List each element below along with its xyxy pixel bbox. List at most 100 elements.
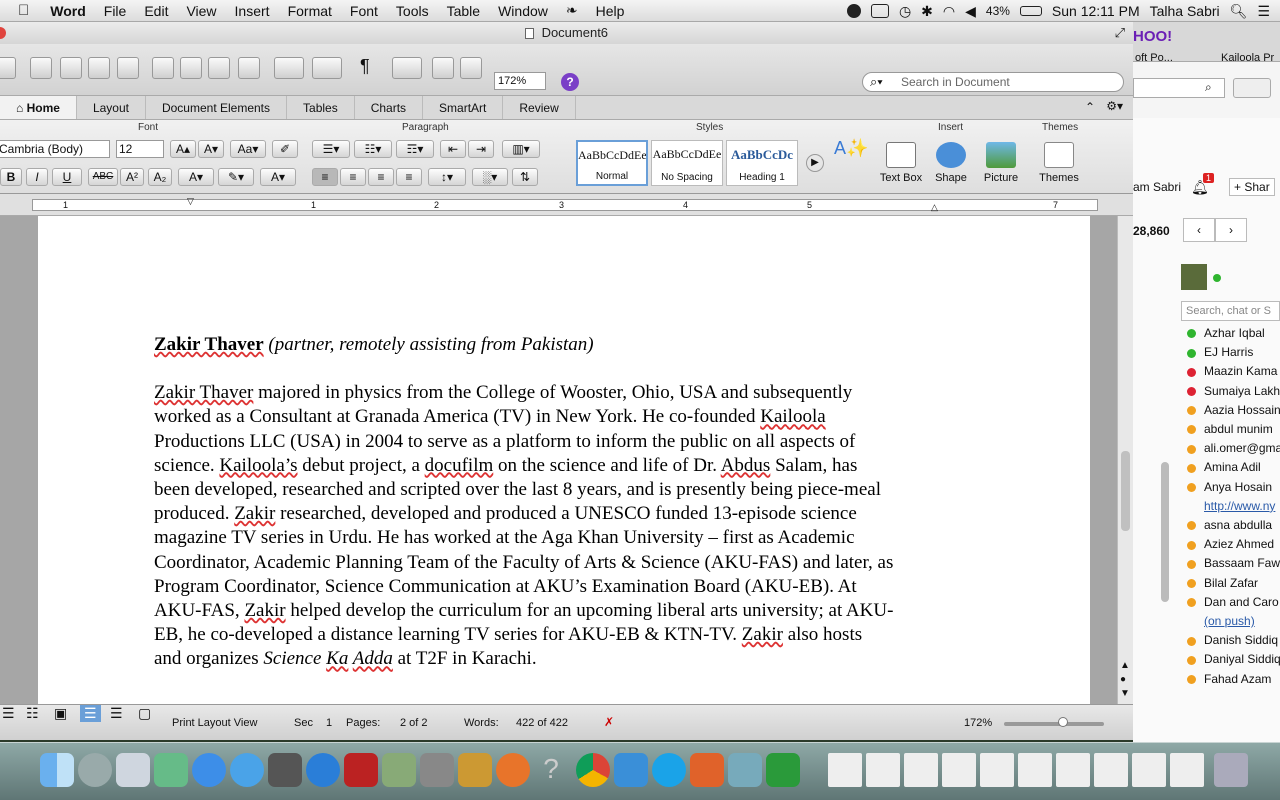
format-painter-icon[interactable] [238, 57, 260, 79]
style-heading-1[interactable]: AaBbCcDc Heading 1 [726, 140, 798, 186]
style-normal[interactable]: AaBbCcDdEe Normal [576, 140, 648, 186]
wifi-icon[interactable]: ◠ [943, 3, 955, 20]
chat-contact[interactable]: asna abdulla [1133, 518, 1272, 532]
profile-name[interactable]: am Sabri [1133, 180, 1181, 194]
tab-charts[interactable]: Charts [355, 96, 424, 119]
next-page-icon[interactable]: ▼ [1120, 688, 1130, 699]
print-layout-view-icon[interactable]: ☰ [80, 705, 101, 722]
menu-word[interactable]: Word [41, 3, 95, 19]
align-right-button[interactable]: ≡ [368, 168, 394, 186]
minimized-window-6[interactable] [1018, 753, 1052, 787]
prev-page-icon[interactable]: ▲ [1120, 660, 1130, 671]
menu-view[interactable]: View [177, 3, 225, 19]
grow-font-button[interactable]: A▴ [170, 140, 196, 158]
next-button[interactable]: › [1215, 218, 1247, 242]
minimized-window-5[interactable] [980, 753, 1014, 787]
borders-button[interactable]: ░▾ [472, 168, 508, 186]
menu-extra-icon[interactable] [846, 4, 861, 18]
style-no-spacing[interactable]: AaBbCcDdEe No Spacing [651, 140, 723, 186]
excel-icon[interactable] [766, 753, 800, 787]
ribbon-settings-icon[interactable]: ⚙▾ [1106, 99, 1123, 113]
bluetooth-icon[interactable]: ✱ [921, 3, 933, 20]
browser-tab-1[interactable]: oft Po... [1135, 52, 1173, 64]
browse-object-icon[interactable]: ● [1120, 674, 1126, 685]
itunes-icon[interactable] [306, 753, 340, 787]
chrome-icon[interactable] [576, 753, 610, 787]
increase-indent-button[interactable]: ⇥ [468, 140, 494, 158]
trash-icon[interactable] [1214, 753, 1248, 787]
right-indent-marker[interactable]: △ [931, 202, 938, 213]
chat-contact[interactable]: Aziez Ahmed [1133, 537, 1274, 551]
script-menu-icon[interactable]: ❧ [557, 2, 587, 19]
app-store-icon[interactable] [192, 753, 226, 787]
decrease-indent-button[interactable]: ⇤ [440, 140, 466, 158]
clear-formatting-button[interactable]: ✐ [272, 140, 298, 158]
user-name[interactable]: Talha Sabri [1150, 3, 1220, 19]
tab-smartart[interactable]: SmartArt [423, 96, 504, 119]
draft-view-icon[interactable]: ☰ [2, 705, 15, 722]
focus-view-icon[interactable]: ▢ [138, 705, 151, 722]
chat-contact[interactable]: Daniyal Siddiq [1133, 652, 1280, 666]
superscript-button[interactable]: A² [120, 168, 144, 186]
themes-button[interactable]: Themes [1034, 140, 1084, 188]
browser-search-icon[interactable]: ⌕ [1205, 80, 1212, 95]
browser-tab-2[interactable]: Kailoola Pr [1221, 52, 1274, 64]
tab-document-elements[interactable]: Document Elements [146, 96, 288, 119]
menu-insert[interactable]: Insert [226, 3, 279, 19]
styles-more-icon[interactable]: ▶ [806, 154, 824, 172]
launchpad-icon[interactable] [78, 753, 112, 787]
italic-button[interactable]: I [26, 168, 48, 186]
chat-contact[interactable]: Sumaiya Lakh [1133, 384, 1280, 398]
chat-contact[interactable]: ali.omer@gma [1133, 441, 1280, 455]
insert-picture-button[interactable]: Picture [976, 140, 1026, 188]
battery-percent[interactable]: 43% [986, 4, 1010, 18]
notification-center-icon[interactable]: ☰ [1257, 3, 1270, 20]
chat-search-input[interactable]: Search, chat or S [1181, 301, 1280, 321]
sort-button[interactable]: ⇅ [512, 168, 538, 186]
airplay-icon[interactable] [870, 4, 889, 18]
clock[interactable]: Sun 12:11 PM [1052, 3, 1140, 19]
chat-contact[interactable]: Dan and Caro [1133, 595, 1279, 609]
print-icon[interactable] [117, 57, 139, 79]
copy-icon[interactable] [180, 57, 202, 79]
chat-avatar[interactable] [1181, 264, 1207, 290]
search-input[interactable]: Search in Document [862, 72, 1124, 92]
paste-icon[interactable] [208, 57, 230, 79]
menu-edit[interactable]: Edit [135, 3, 177, 19]
text-effects-button[interactable]: A▾ [260, 168, 296, 186]
tab-layout[interactable]: Layout [77, 96, 146, 119]
vertical-scrollbar[interactable]: ▲ ● ▼ [1117, 216, 1133, 704]
minimized-window-10[interactable] [1170, 753, 1204, 787]
volume-icon[interactable]: ◀ [965, 3, 976, 20]
spelling-status-icon[interactable]: ✗ [604, 715, 614, 729]
mail-icon[interactable] [116, 753, 150, 787]
notebook-view-icon[interactable]: ☰ [110, 705, 123, 722]
font-size-select[interactable]: 12 [116, 140, 164, 158]
tab-review[interactable]: Review [503, 96, 576, 119]
publishing-view-icon[interactable]: ▣ [54, 705, 67, 722]
menu-format[interactable]: Format [279, 3, 341, 19]
align-center-button[interactable]: ≡ [340, 168, 366, 186]
zoom-slider-knob[interactable] [1058, 717, 1068, 727]
safari-icon[interactable] [230, 753, 264, 787]
extension-button[interactable] [1233, 78, 1271, 98]
align-left-button[interactable]: ≡ [312, 168, 338, 186]
close-button[interactable] [0, 27, 6, 39]
skype-icon[interactable] [652, 753, 686, 787]
system-preferences-icon[interactable] [420, 753, 454, 787]
menu-help[interactable]: Help [587, 3, 634, 19]
tab-home[interactable]: ⌂ Home [0, 96, 77, 119]
garageband-icon[interactable] [458, 753, 492, 787]
menu-table[interactable]: Table [438, 3, 489, 19]
image-capture-icon[interactable] [154, 753, 188, 787]
scroll-thumb[interactable] [1121, 451, 1130, 531]
preview-icon[interactable] [728, 753, 762, 787]
chat-contact[interactable]: Azhar Iqbal [1133, 326, 1265, 340]
highlight-button[interactable]: ✎▾ [218, 168, 254, 186]
subscript-button[interactable]: A₂ [148, 168, 172, 186]
powerpoint-icon[interactable] [690, 753, 724, 787]
collapse-ribbon-icon[interactable]: ⌃ [1085, 100, 1095, 114]
fullscreen-icon[interactable]: ⤢ [1115, 22, 1125, 44]
font-name-select[interactable]: Cambria (Body) [0, 140, 110, 158]
first-line-indent-marker[interactable]: ▽ [187, 196, 194, 207]
